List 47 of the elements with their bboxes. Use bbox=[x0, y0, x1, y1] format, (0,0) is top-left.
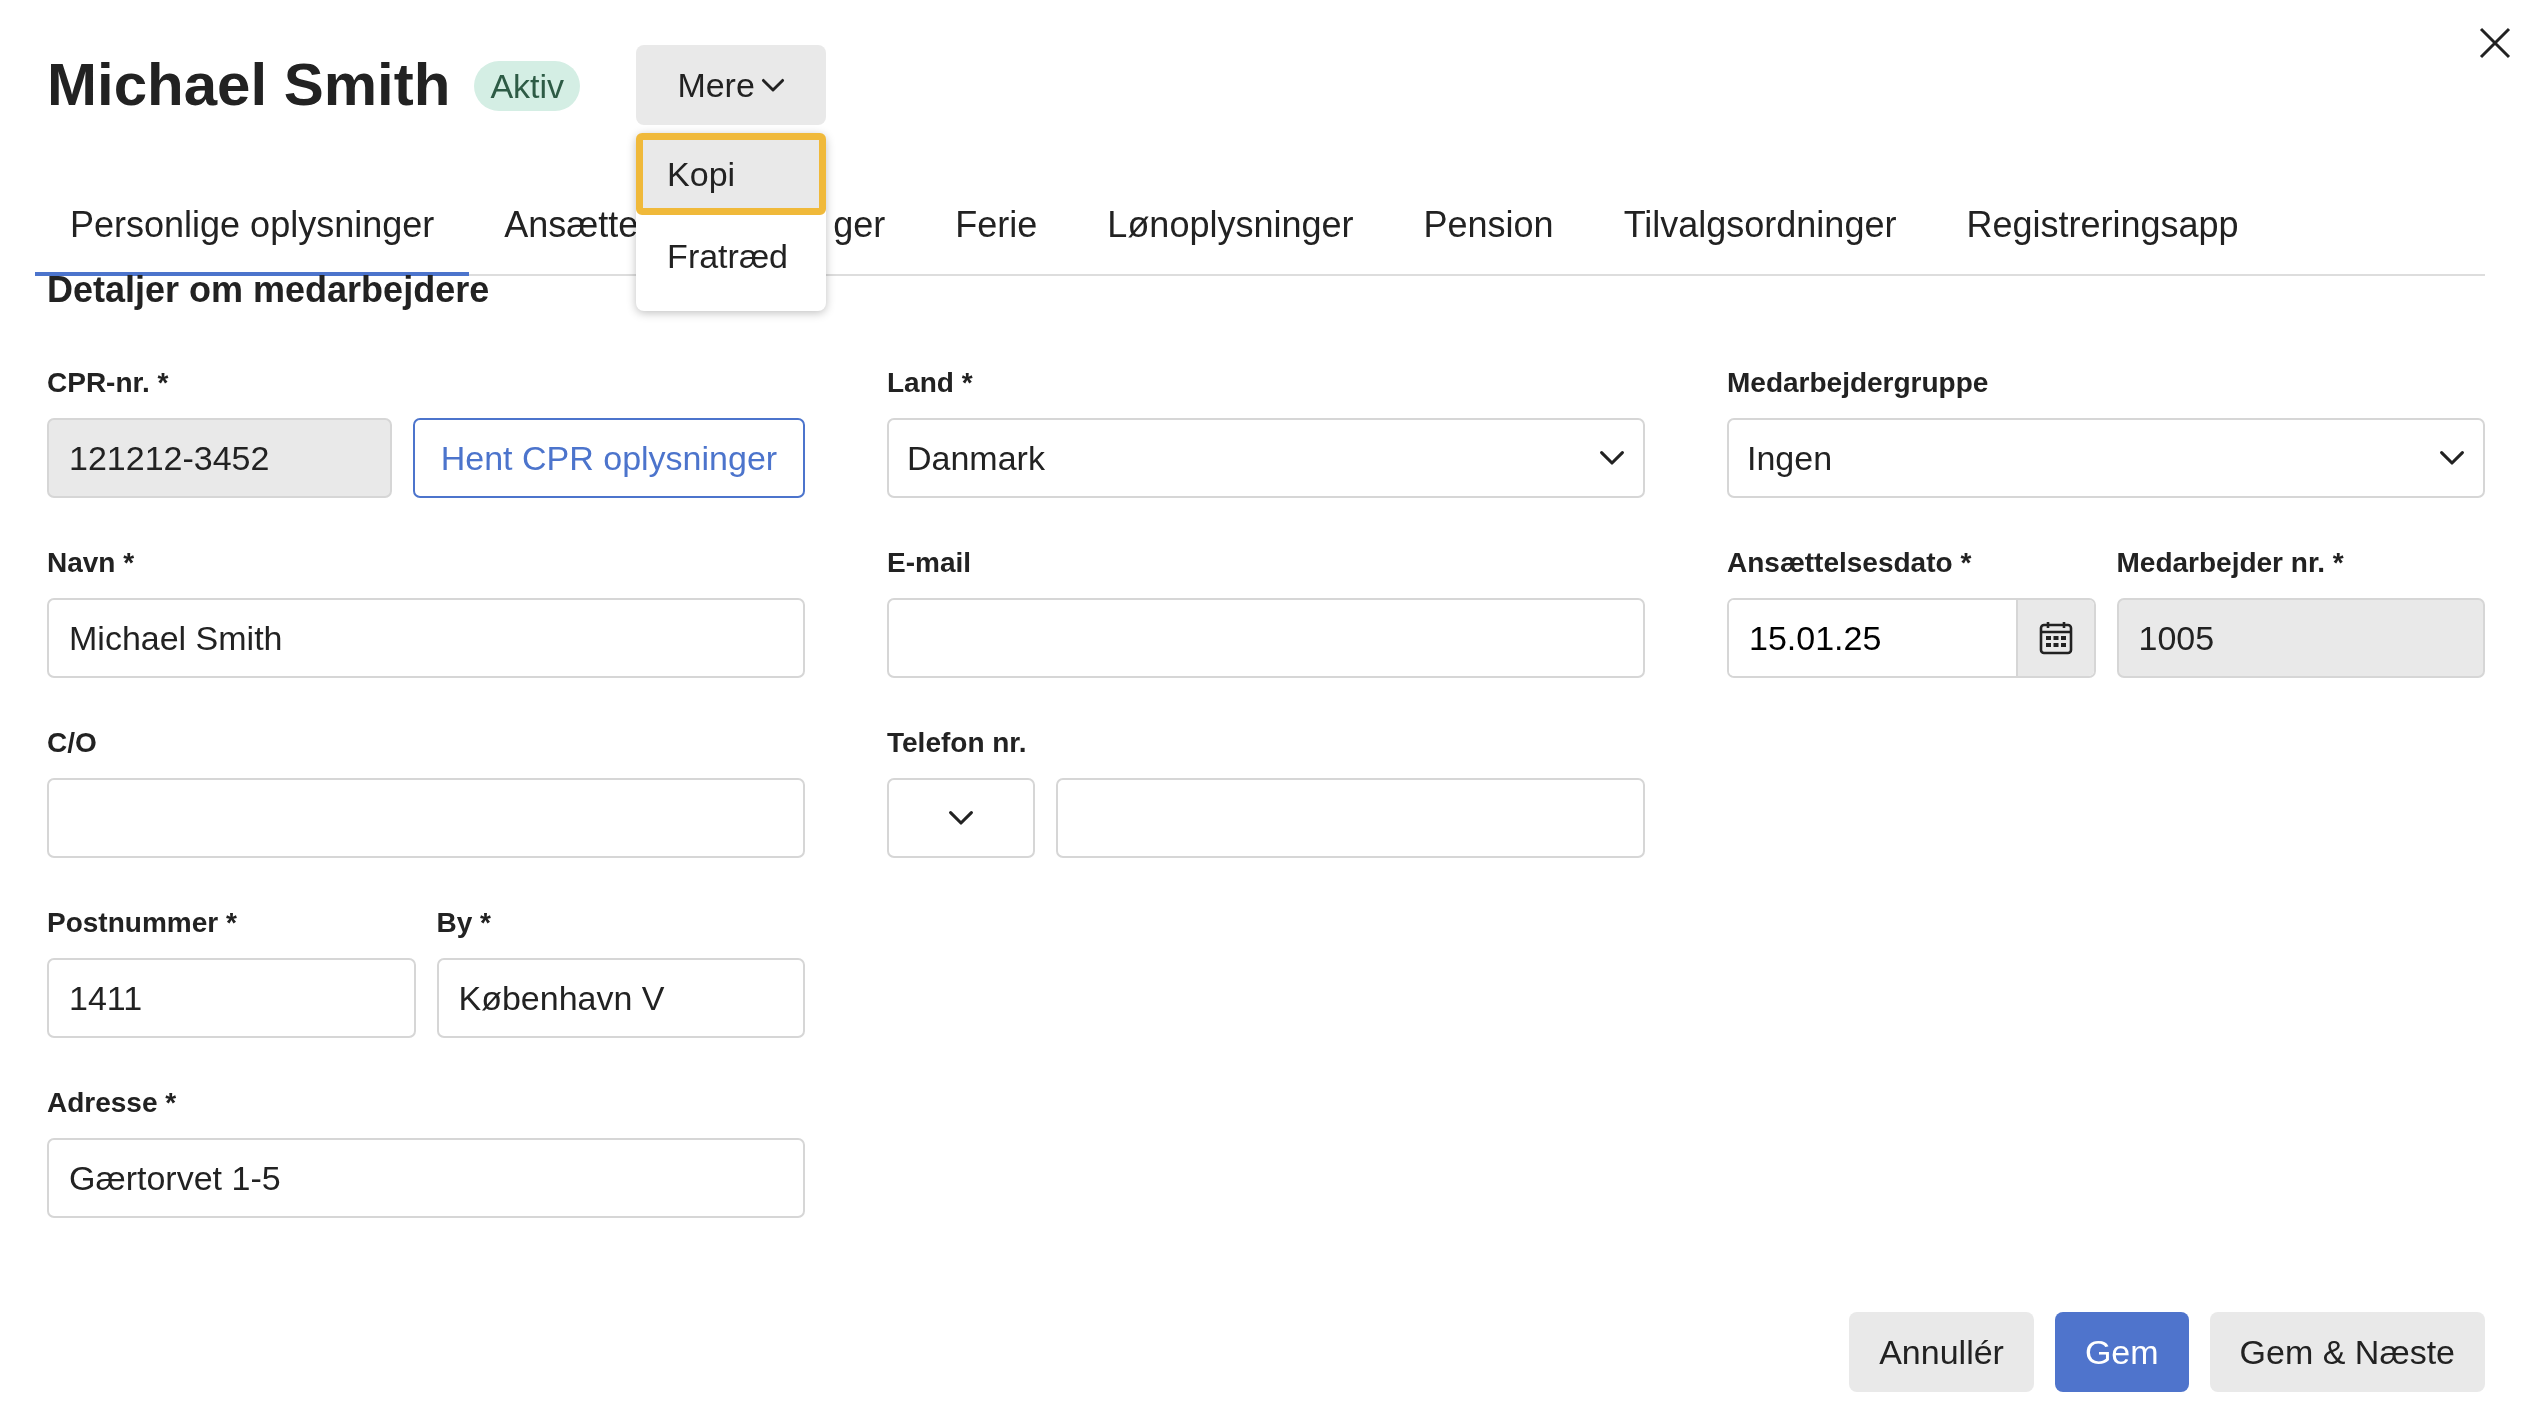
field-label: CPR-nr. * bbox=[47, 366, 170, 400]
input-field[interactable]: Michael Smith bbox=[47, 598, 805, 678]
chevron-down-icon bbox=[1599, 450, 1625, 466]
tab[interactable]: Pension bbox=[1388, 198, 1589, 276]
dropdown-field[interactable]: Ingen bbox=[1727, 418, 2485, 498]
more-button[interactable]: Mere bbox=[636, 45, 827, 125]
tab[interactable]: Registreringsapp bbox=[1931, 198, 2274, 276]
dropdown-field[interactable] bbox=[887, 778, 1035, 858]
calendar-button[interactable] bbox=[2015, 600, 2094, 676]
tab[interactable]: Tilvalgsordninger bbox=[1588, 198, 1932, 276]
input-field[interactable] bbox=[887, 598, 1645, 678]
field-label: Land * bbox=[887, 366, 974, 400]
dropdown-field[interactable]: Danmark bbox=[887, 418, 1645, 498]
employee-name: Michael Smith bbox=[47, 50, 451, 120]
date-field[interactable]: 15.01.25 bbox=[1727, 598, 2096, 678]
menu-item[interactable]: Fratræd bbox=[636, 215, 827, 297]
tab[interactable]: Ansætte bbox=[504, 198, 639, 252]
input-field[interactable]: Gærtorvet 1-5 bbox=[47, 1138, 805, 1218]
field-label: Navn * bbox=[47, 546, 136, 580]
input-field[interactable]: 1411 bbox=[47, 958, 416, 1038]
field-label: By * bbox=[436, 906, 492, 940]
footer-button[interactable]: Annullér bbox=[1849, 1312, 2034, 1392]
calendar-icon bbox=[2037, 620, 2074, 656]
close-icon bbox=[2478, 26, 2512, 60]
field-label: Ansættelsesdato * bbox=[1727, 546, 1973, 580]
footer-button[interactable]: Gem bbox=[2054, 1312, 2189, 1392]
field-label: Adresse * bbox=[47, 1086, 178, 1120]
chevron-down-icon bbox=[948, 810, 974, 826]
input-field[interactable] bbox=[1056, 778, 1645, 858]
input-field[interactable] bbox=[47, 778, 805, 858]
tab[interactable]: Ferie bbox=[920, 198, 1073, 276]
field-label: C/O bbox=[47, 726, 98, 760]
status-badge: Aktiv bbox=[474, 61, 581, 111]
field-label: Telefon nr. bbox=[887, 726, 1028, 760]
tab-label[interactable]: ger bbox=[833, 198, 886, 252]
field-label: Postnummer * bbox=[47, 906, 238, 940]
menu-item[interactable]: Kopi bbox=[636, 133, 827, 215]
field-label: E-mail bbox=[887, 546, 973, 580]
input-field[interactable]: København V bbox=[436, 958, 805, 1038]
tab[interactable]: Personlige oplysninger bbox=[35, 198, 470, 276]
chevron-down-icon bbox=[2439, 450, 2465, 466]
field-label: Medarbejder nr. * bbox=[2116, 546, 2345, 580]
field-label: Medarbejdergruppe bbox=[1727, 366, 1990, 400]
footer-button[interactable]: Gem & Næste bbox=[2209, 1312, 2485, 1392]
fetch-button[interactable]: Hent CPR oplysninger bbox=[412, 418, 805, 498]
chevron-down-icon bbox=[760, 77, 785, 93]
tab[interactable]: Lønoplysninger bbox=[1072, 198, 1389, 276]
